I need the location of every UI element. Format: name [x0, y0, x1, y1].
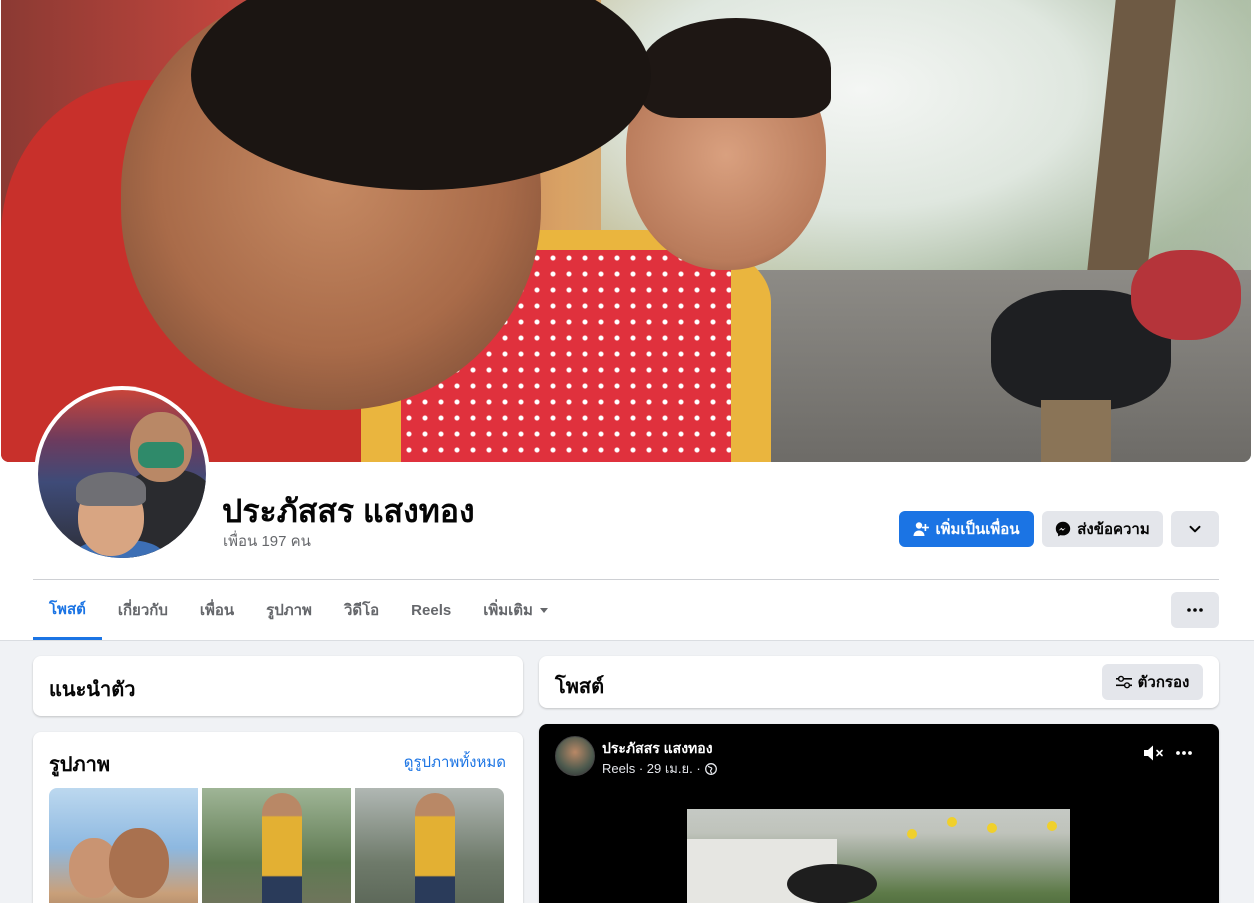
post-meta-text: Reels · 29 เม.ย. ·: [602, 761, 701, 776]
tab-about[interactable]: เกี่ยวกับ: [102, 580, 184, 640]
profile-options-button[interactable]: [1171, 511, 1219, 547]
add-friend-label: เพิ่มเป็นเพื่อน: [935, 521, 1020, 538]
filter-sliders-icon: [1115, 675, 1132, 689]
messenger-icon: [1056, 521, 1071, 537]
filter-button[interactable]: ตัวกรอง: [1102, 664, 1203, 700]
posts-title: โพสต์: [555, 676, 605, 698]
photo-grid: [49, 788, 504, 903]
tabs-more-button[interactable]: [1171, 592, 1219, 628]
posts-header-card: โพสต์ ตัวกรอง: [539, 656, 1219, 708]
add-friend-button[interactable]: เพิ่มเป็นเพื่อน: [899, 511, 1034, 547]
tab-reels[interactable]: Reels: [395, 580, 467, 640]
profile-header: ประภัสสร แสงทอง เพื่อน 197 คน เพิ่มเป็นเ…: [0, 0, 1254, 641]
speaker-muted-icon[interactable]: [1143, 743, 1165, 763]
tab-posts[interactable]: โพสต์: [33, 580, 102, 640]
profile-tabs: โพสต์ เกี่ยวกับ เพื่อน รูปภาพ วิดีโอ Ree…: [33, 580, 565, 640]
post-author-name[interactable]: ประภัสสร แสงทอง: [602, 738, 713, 760]
chevron-down-icon: [1189, 525, 1201, 533]
photo-thumbnail[interactable]: [202, 788, 351, 903]
intro-card: แนะนำตัว: [33, 656, 523, 716]
more-horizontal-icon: [1187, 608, 1203, 612]
cover-photo[interactable]: [1, 0, 1251, 462]
post-meta: Reels · 29 เม.ย. ·: [602, 758, 717, 779]
message-button[interactable]: ส่งข้อความ: [1042, 511, 1163, 547]
profile-picture[interactable]: [34, 386, 210, 562]
filter-label: ตัวกรอง: [1137, 674, 1190, 691]
tab-more[interactable]: เพิ่มเติม: [467, 580, 565, 640]
photos-card: รูปภาพ ดูรูปภาพทั้งหมด: [33, 732, 523, 903]
see-all-photos-link[interactable]: ดูรูปภาพทั้งหมด: [404, 750, 506, 774]
more-horizontal-icon[interactable]: [1175, 743, 1193, 763]
tab-videos[interactable]: วิดีโอ: [328, 580, 395, 640]
reel-video[interactable]: [687, 809, 1070, 903]
reel-post[interactable]: ประภัสสร แสงทอง Reels · 29 เม.ย. ·: [539, 724, 1219, 903]
person-plus-icon: [913, 522, 930, 536]
post-author-avatar[interactable]: [555, 736, 595, 776]
friend-count[interactable]: เพื่อน 197 คน: [223, 529, 311, 553]
tab-photos[interactable]: รูปภาพ: [250, 580, 328, 640]
tab-friends[interactable]: เพื่อน: [184, 580, 250, 640]
caret-down-icon: [539, 608, 548, 613]
photo-thumbnail[interactable]: [49, 788, 198, 903]
photo-thumbnail[interactable]: [355, 788, 504, 903]
message-label: ส่งข้อความ: [1077, 521, 1150, 538]
globe-icon: [704, 762, 717, 775]
photos-title: รูปภาพ: [49, 754, 111, 776]
intro-title: แนะนำตัว: [49, 679, 136, 701]
